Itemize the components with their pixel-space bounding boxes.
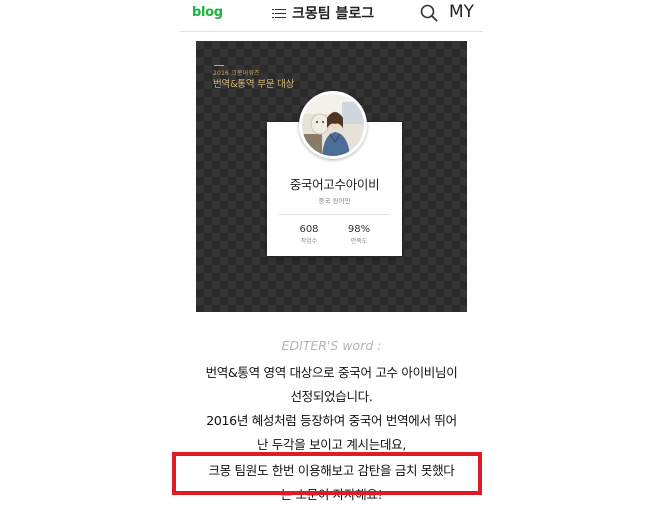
blog-logo[interactable]: blog: [192, 5, 223, 20]
avatar: [299, 91, 367, 159]
my-page-link[interactable]: MY: [449, 2, 474, 22]
search-icon[interactable]: [420, 4, 438, 22]
editor-word-label: EDITER'S word :: [281, 338, 382, 353]
highlight-annotation-box: [172, 452, 482, 495]
article-line: 선정되었습니다.: [290, 389, 373, 404]
stat-label: 만족도: [350, 238, 368, 245]
profile-role: 중국 원어민: [318, 197, 351, 205]
stat-value: 608: [299, 224, 319, 235]
article-line: 번역&통역 영역 대상으로 중국어 고수 아이비님이: [205, 365, 458, 380]
article-line: 2016년 혜성처럼 등장하여 중국어 번역에서 뛰어: [206, 413, 457, 428]
article-line: 난 두각을 보이고 계시는데요,: [256, 437, 407, 452]
award-category-text: 번역&통역 부문 대상: [213, 79, 295, 90]
banner-dash: [214, 65, 224, 66]
award-banner-image: 2016 크몽어워즈 번역&통역 부문 대상 중국어고수아이비 중국 원어민 6…: [196, 41, 467, 312]
avatar-photo: [302, 94, 364, 156]
stat-satisfaction: 98% 만족도: [334, 224, 384, 245]
header-divider: [180, 31, 483, 32]
blog-title: 크몽팀 블로그: [292, 6, 375, 22]
stat-value: 98%: [347, 224, 371, 235]
top-nav-bar: blog 크몽팀 블로그 MY: [0, 0, 652, 28]
category-menu-button[interactable]: 크몽팀 블로그: [272, 3, 374, 23]
menu-icon: [272, 8, 286, 19]
card-divider: [279, 214, 390, 215]
profile-name: 중국어고수아이비: [289, 177, 380, 192]
stat-label: 작업수: [300, 238, 318, 245]
stat-jobs: 608 작업수: [284, 224, 334, 245]
